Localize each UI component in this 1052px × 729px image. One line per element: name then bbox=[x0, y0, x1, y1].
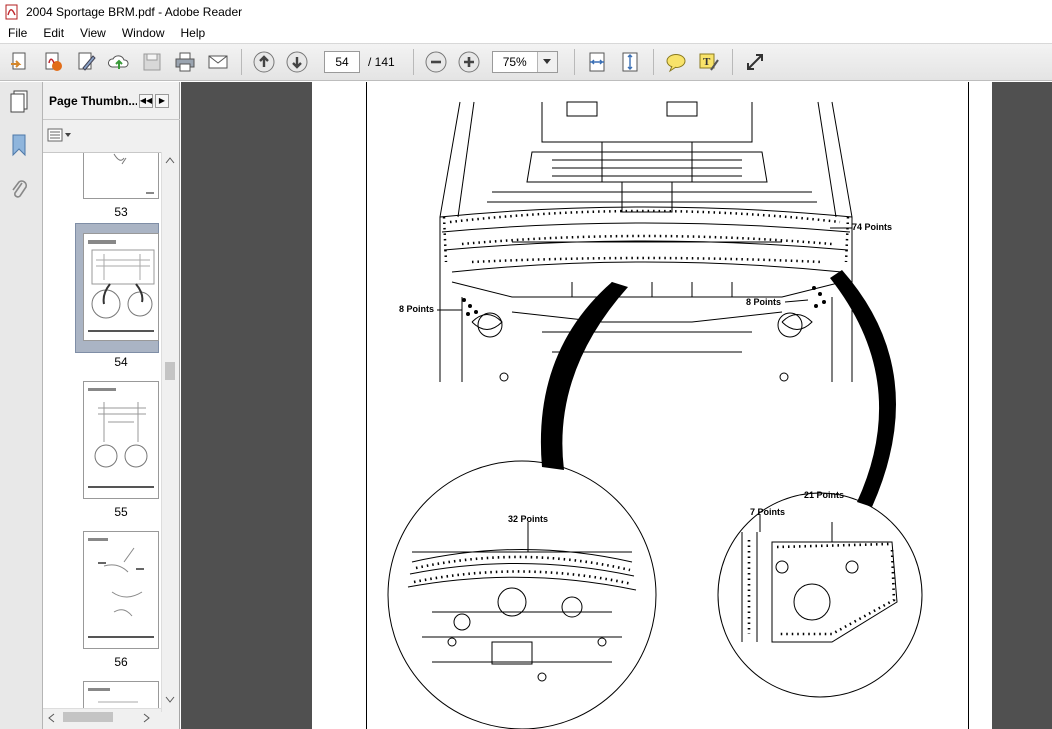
thumbnails-header: Page Thumbn... ◀◀ ▶ bbox=[43, 82, 180, 120]
magnification-connectors bbox=[540, 270, 896, 507]
callout-8-points-right: 8 Points bbox=[746, 297, 782, 307]
scrollbar-thumb[interactable] bbox=[63, 712, 113, 722]
previous-page-button[interactable] bbox=[250, 48, 278, 76]
options-menu-icon bbox=[47, 128, 71, 142]
page-thumbnails-panel: Page Thumbn... ◀◀ ▶ 53 54 55 56 bbox=[43, 82, 180, 729]
next-page-button[interactable] bbox=[283, 48, 311, 76]
menu-view[interactable]: View bbox=[72, 23, 114, 43]
weld-points bbox=[442, 209, 850, 316]
edit-button[interactable] bbox=[72, 48, 100, 76]
callout-leaders bbox=[437, 227, 852, 311]
arrow-up-circle-icon bbox=[253, 51, 275, 73]
thumbnail-label: 54 bbox=[114, 355, 128, 369]
save-button[interactable] bbox=[138, 48, 166, 76]
svg-text:T: T bbox=[703, 56, 711, 68]
fit-width-icon bbox=[589, 52, 605, 72]
minus-circle-icon bbox=[425, 51, 447, 73]
zoom-in-button[interactable] bbox=[455, 48, 483, 76]
text-highlight-icon: T bbox=[699, 53, 719, 71]
document-view[interactable]: 74 Points 8 Points 8 Points 32 Points 21… bbox=[181, 82, 1052, 729]
scroll-right-icon[interactable] bbox=[143, 713, 151, 723]
thumbnail-horizontal-scrollbar[interactable] bbox=[43, 708, 161, 724]
page-icon[interactable] bbox=[7, 88, 31, 114]
menu-file[interactable]: File bbox=[0, 23, 35, 43]
callout-32-points: 32 Points bbox=[508, 514, 549, 524]
toolbar-separator bbox=[652, 49, 654, 75]
callout-74-points: 74 Points bbox=[852, 222, 893, 232]
menu-bar: File Edit View Window Help bbox=[0, 23, 1052, 43]
toolbar: / 141 75% T bbox=[0, 43, 1052, 81]
callout-21-points: 21 Points bbox=[804, 490, 845, 500]
thumbnail-page-55[interactable] bbox=[83, 381, 159, 499]
scroll-down-icon[interactable] bbox=[165, 696, 175, 704]
thumbnail-list: 53 54 55 56 bbox=[43, 152, 163, 712]
fit-page-icon bbox=[622, 52, 638, 72]
open-file-icon bbox=[11, 52, 26, 70]
full-screen-button[interactable] bbox=[741, 48, 769, 76]
upload-button[interactable] bbox=[105, 48, 133, 76]
weld-points-left-zoom bbox=[413, 555, 633, 586]
scroll-up-icon[interactable] bbox=[165, 156, 175, 164]
body-repair-diagram bbox=[387, 101, 923, 729]
thumbnail-page-54[interactable] bbox=[83, 233, 159, 341]
toolbar-separator bbox=[573, 49, 575, 75]
title-bar: 2004 Sportage BRM.pdf - Adobe Reader bbox=[0, 0, 1052, 23]
page-total-label: / 141 bbox=[368, 55, 395, 69]
menu-help[interactable]: Help bbox=[173, 23, 214, 43]
paperclip-icon[interactable] bbox=[7, 176, 31, 202]
plus-circle-icon bbox=[458, 51, 480, 73]
open-button[interactable] bbox=[6, 48, 34, 76]
window-title: 2004 Sportage BRM.pdf - Adobe Reader bbox=[26, 4, 243, 19]
scrollbar-thumb[interactable] bbox=[165, 362, 175, 380]
adobe-reader-window: 2004 Sportage BRM.pdf - Adobe Reader Fil… bbox=[0, 0, 1052, 729]
print-button[interactable] bbox=[171, 48, 199, 76]
create-pdf-button[interactable] bbox=[39, 48, 67, 76]
arrow-down-circle-icon bbox=[286, 51, 308, 73]
collapse-left-icon[interactable]: ◀◀ bbox=[139, 93, 153, 108]
thumbnail-page-56[interactable] bbox=[83, 531, 159, 649]
cloud-upload-icon bbox=[108, 55, 129, 69]
callout-7-points: 7 Points bbox=[750, 507, 786, 517]
zoom-out-button[interactable] bbox=[422, 48, 450, 76]
fit-page-button[interactable] bbox=[616, 48, 644, 76]
speech-bubble-icon bbox=[666, 54, 686, 73]
comment-button[interactable] bbox=[662, 48, 690, 76]
collapse-right-icon[interactable]: ▶ bbox=[155, 93, 169, 108]
bookmark-icon[interactable] bbox=[7, 132, 31, 158]
toolbar-separator bbox=[731, 49, 733, 75]
envelope-icon bbox=[208, 55, 228, 69]
printer-icon bbox=[175, 52, 195, 72]
thumbnail-label: 53 bbox=[114, 205, 128, 219]
menu-edit[interactable]: Edit bbox=[35, 23, 72, 43]
menu-window[interactable]: Window bbox=[114, 23, 173, 43]
pdf-page: 74 Points 8 Points 8 Points 32 Points 21… bbox=[312, 82, 992, 729]
pdf-file-icon bbox=[5, 4, 18, 19]
navigation-sidebar bbox=[0, 82, 43, 729]
zoom-value: 75% bbox=[502, 55, 527, 69]
zoom-select[interactable]: 75% bbox=[491, 51, 558, 73]
magnified-view-left bbox=[387, 460, 657, 729]
scrolling-mode-button[interactable] bbox=[583, 48, 611, 76]
thumbnail-page-53[interactable] bbox=[83, 153, 159, 199]
thumbnail-vertical-scrollbar[interactable] bbox=[161, 152, 177, 712]
thumbnail-options-button[interactable] bbox=[47, 126, 75, 144]
thumbnail-label: 55 bbox=[114, 505, 128, 519]
chevron-down-icon[interactable] bbox=[536, 52, 557, 72]
save-disk-icon bbox=[143, 53, 161, 71]
email-button[interactable] bbox=[204, 48, 232, 76]
toolbar-separator bbox=[241, 49, 242, 75]
thumbnail-label: 56 bbox=[114, 655, 128, 669]
highlight-button[interactable]: T bbox=[695, 48, 723, 76]
callout-8-points-left: 8 Points bbox=[399, 304, 435, 314]
page-number-input[interactable] bbox=[324, 51, 360, 73]
expand-icon bbox=[746, 54, 763, 70]
create-pdf-icon bbox=[45, 52, 62, 71]
edit-document-icon bbox=[78, 52, 96, 71]
toolbar-separator bbox=[412, 49, 414, 75]
scroll-left-icon[interactable] bbox=[47, 713, 55, 723]
panel-title: Page Thumbn... bbox=[49, 93, 137, 108]
